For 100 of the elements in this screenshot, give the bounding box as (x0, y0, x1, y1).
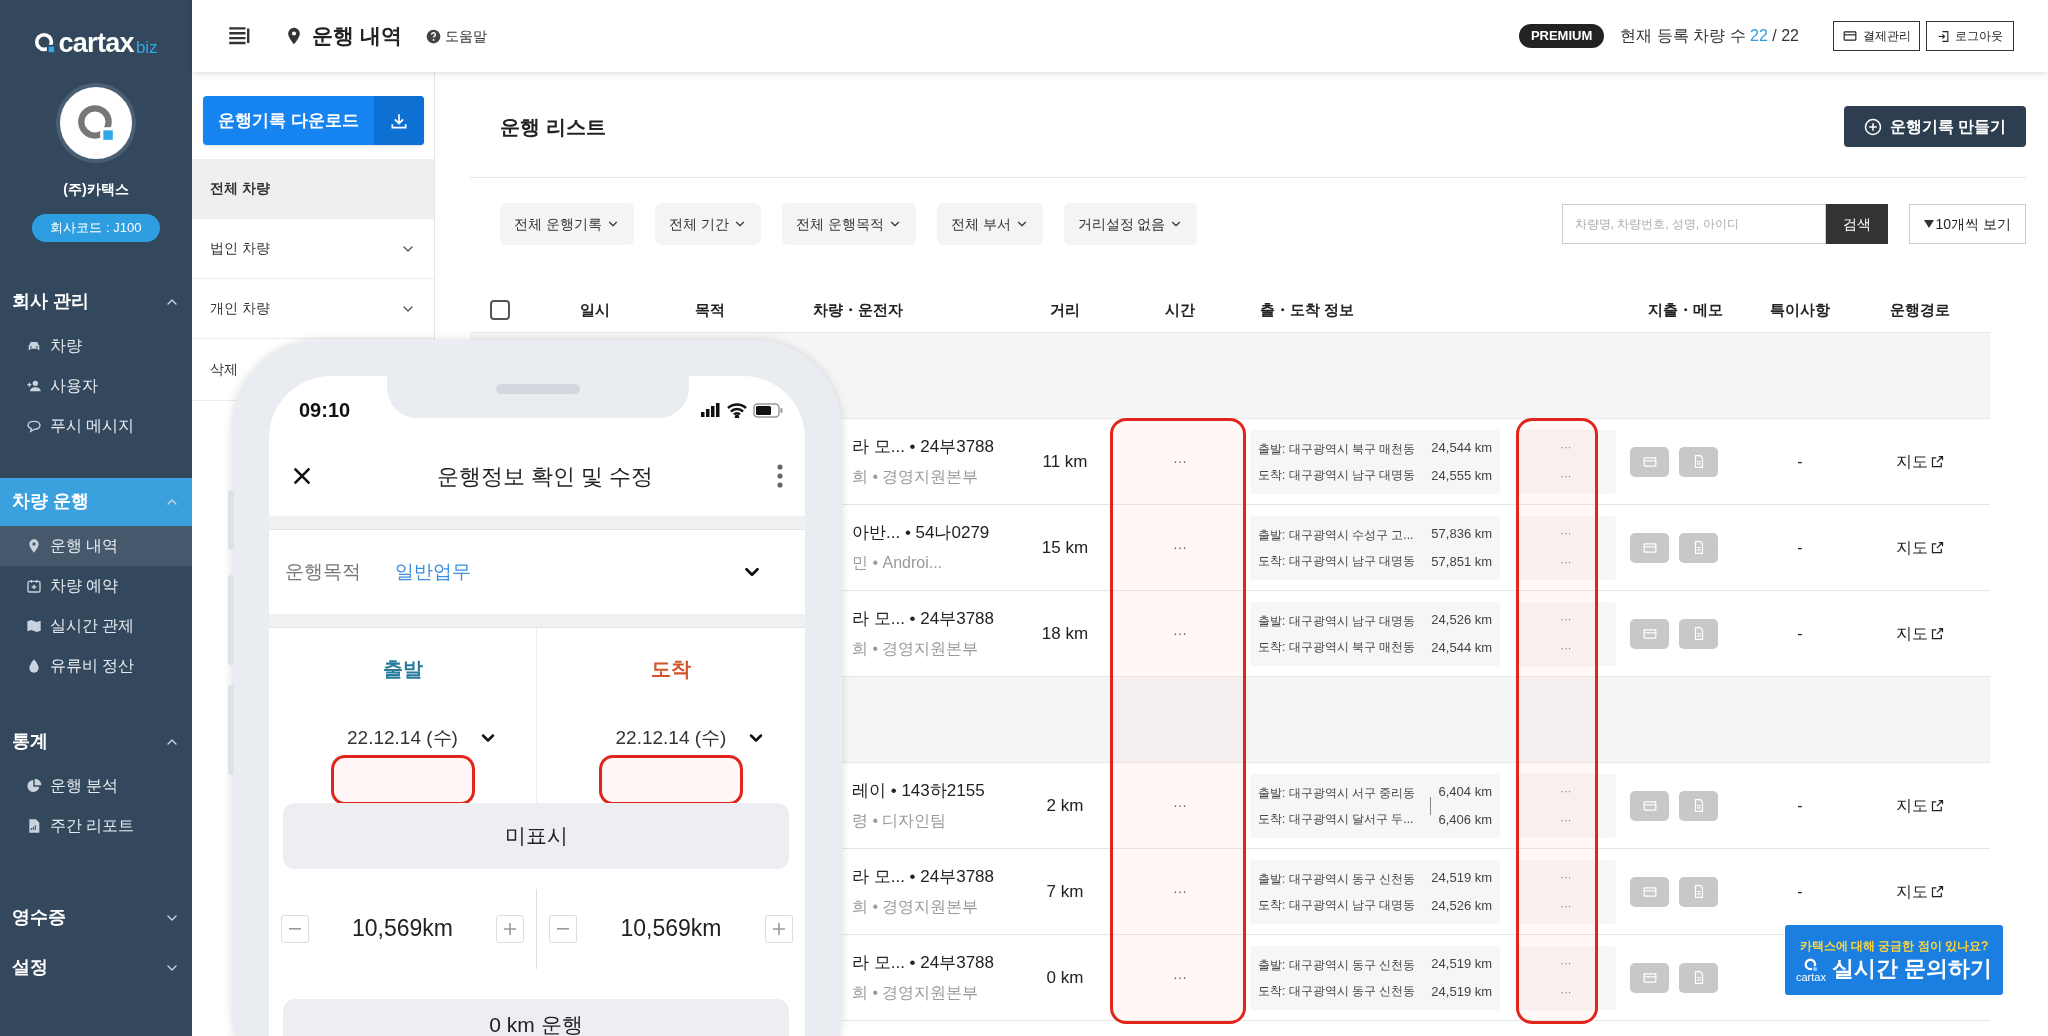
driver-name: 희 • 경영지원본부 (852, 467, 980, 488)
external-link-icon (1929, 454, 1945, 469)
select-all-checkbox[interactable] (490, 300, 510, 320)
filter-dropdown[interactable]: 전체 운행기록 (500, 203, 634, 245)
download-button[interactable]: 운행기록 다운로드 (203, 96, 424, 145)
vehicle-name: 레이 • 143하2155 (852, 779, 986, 802)
nav-item[interactable]: 푸시 메시지 (0, 405, 192, 446)
nav-item[interactable]: 주간 리포트 (0, 805, 192, 846)
vehicle-name: 라 모... • 24부3788 (852, 865, 996, 888)
create-record-button[interactable]: 운행기록 만들기 (1843, 106, 2026, 147)
decrement-button[interactable] (549, 914, 577, 943)
memo-button[interactable] (1679, 532, 1718, 563)
location-toggle-button[interactable]: 미표시 (283, 802, 789, 869)
pie-chart-icon (26, 777, 42, 794)
filter-dropdown[interactable]: 전체 운행목적 (781, 203, 916, 245)
decrement-button[interactable] (281, 914, 309, 943)
vehicle-group-item[interactable]: 삭제 (210, 359, 238, 380)
expense-button[interactable] (1630, 618, 1669, 649)
filter-dropdown[interactable]: 전체 부서 (936, 203, 1043, 245)
nav-item[interactable]: 사용자 (0, 365, 192, 406)
card-icon (1641, 970, 1658, 985)
distance-cell-text: 0 km (1045, 966, 1085, 989)
chat-widget[interactable]: 카택스에 대해 궁금한 점이 있나요? cartax 실시간 문의하기 (1785, 925, 2003, 995)
expense-button[interactable] (1630, 876, 1669, 907)
odometer-value: 10,569km (352, 914, 453, 944)
purpose-selector[interactable]: 운행목적 일반업무 (269, 530, 805, 614)
distance-cell-text: 18 km (1040, 622, 1090, 645)
departure-address: 출발: 대구광역시 동구 신천동 (1258, 956, 1416, 974)
page-size-button[interactable]: 10개씩 보기 (1908, 204, 2026, 244)
odometer-start: 6,404 km (1438, 783, 1492, 801)
odometer-end: 57,851 km (1431, 552, 1493, 571)
nav-item[interactable]: 운행 분석 (0, 765, 192, 806)
expense-button[interactable] (1630, 532, 1669, 563)
nav-item[interactable]: 운행 내역 (0, 525, 192, 566)
memo-button[interactable] (1679, 790, 1718, 821)
map-link[interactable]: 지도 (1895, 879, 1945, 904)
vehicle-group-item[interactable]: 전체 차량 (192, 159, 434, 219)
close-icon[interactable] (291, 465, 313, 487)
column-header: 일시 (579, 299, 611, 320)
expense-button[interactable] (1630, 962, 1669, 993)
increment-button[interactable] (496, 914, 524, 943)
date-selector[interactable]: 22.12.14 (수) (575, 724, 767, 753)
plus-icon (773, 922, 785, 935)
driver-name: 희 • 경영지원본부 (852, 639, 980, 660)
trip-times: ··· ··· (1516, 429, 1616, 494)
nav-section-header[interactable]: 회사 관리 (0, 277, 192, 326)
driver-name: 희 • 경영지원본부 (852, 983, 980, 1004)
card-icon (1641, 798, 1658, 813)
column-header: 출・도착 정보 (1259, 299, 1356, 320)
increment-button[interactable] (765, 914, 793, 943)
odometer-end: 24,519 km (1431, 982, 1493, 1001)
nav-item[interactable]: 차량 (0, 325, 192, 366)
map-link[interactable]: 지도 (1895, 535, 1945, 560)
column-header: 특이사항 (1769, 299, 1831, 320)
company-code-badge: 회사코드 : J100 (32, 214, 160, 242)
page-title: 운행 내역 (312, 23, 402, 50)
help-icon (425, 28, 441, 44)
help-link[interactable]: 도움말 (444, 25, 487, 47)
card-icon (1842, 29, 1858, 43)
card-icon (1641, 884, 1658, 899)
external-link-icon (1929, 540, 1945, 555)
search-field[interactable]: 차량명, 차량번호, 성명, 아이디 (1561, 204, 1826, 244)
map-link[interactable]: 지도 (1895, 449, 1945, 474)
more-icon[interactable] (777, 464, 783, 488)
nav-section-header[interactable]: 설정 (0, 943, 192, 992)
distance-cell-text: 7 km (1045, 880, 1085, 903)
billing-button[interactable]: 결제관리 (1833, 21, 1920, 51)
logout-button[interactable]: 로그아웃 (1926, 21, 2014, 51)
column-header: 목적 (694, 299, 726, 320)
memo-button[interactable] (1679, 962, 1718, 993)
memo-button[interactable] (1679, 618, 1718, 649)
nav-section-header[interactable]: 통계 (0, 717, 192, 766)
map-link[interactable]: 지도 (1895, 793, 1945, 818)
departure-address: 출발: 대구광역시 서구 중리동 (1258, 784, 1417, 802)
arrival-address: 도착: 대구광역시 남구 대명동 (1258, 896, 1416, 914)
expense-button[interactable] (1630, 446, 1669, 477)
trip-times: ··· ··· (1516, 515, 1616, 580)
endpoint-label: 출발 (382, 657, 423, 682)
screen-title: 운행정보 확인 및 수정 (436, 462, 654, 491)
trip-times: ··· ··· (1516, 601, 1616, 666)
date-selector[interactable]: 22.12.14 (수) (307, 724, 498, 753)
arrival-address: 도착: 대구광역시 동구 신천동 (1258, 982, 1416, 1000)
nav-section-header[interactable]: 영수증 (0, 893, 192, 942)
arrival-address: 도착: 대구광역시 남구 대명동 (1258, 552, 1416, 570)
map-link[interactable]: 지도 (1895, 621, 1945, 646)
filter-dropdown[interactable]: 거리설정 없음 (1063, 203, 1198, 245)
distance-button[interactable]: 0 km 운행 (283, 998, 789, 1036)
nav-item[interactable]: 실시간 관제 (0, 605, 192, 646)
nav-item[interactable]: 차량 예약 (0, 565, 192, 606)
filter-dropdown[interactable]: 전체 기간 (654, 203, 761, 245)
driver-name: 령 • 디자인팀 (852, 811, 948, 832)
remark-cell-text: - (1796, 537, 1804, 558)
expense-button[interactable] (1630, 790, 1669, 821)
memo-button[interactable] (1679, 876, 1718, 907)
drop-icon (26, 657, 42, 674)
memo-button[interactable] (1679, 446, 1718, 477)
nav-item[interactable]: 유류비 정산 (0, 645, 192, 686)
company-name: (주)카택스 (63, 180, 129, 199)
odometer-end: 6,406 km (1438, 810, 1492, 829)
search-button[interactable]: 검색 (1825, 204, 1888, 244)
